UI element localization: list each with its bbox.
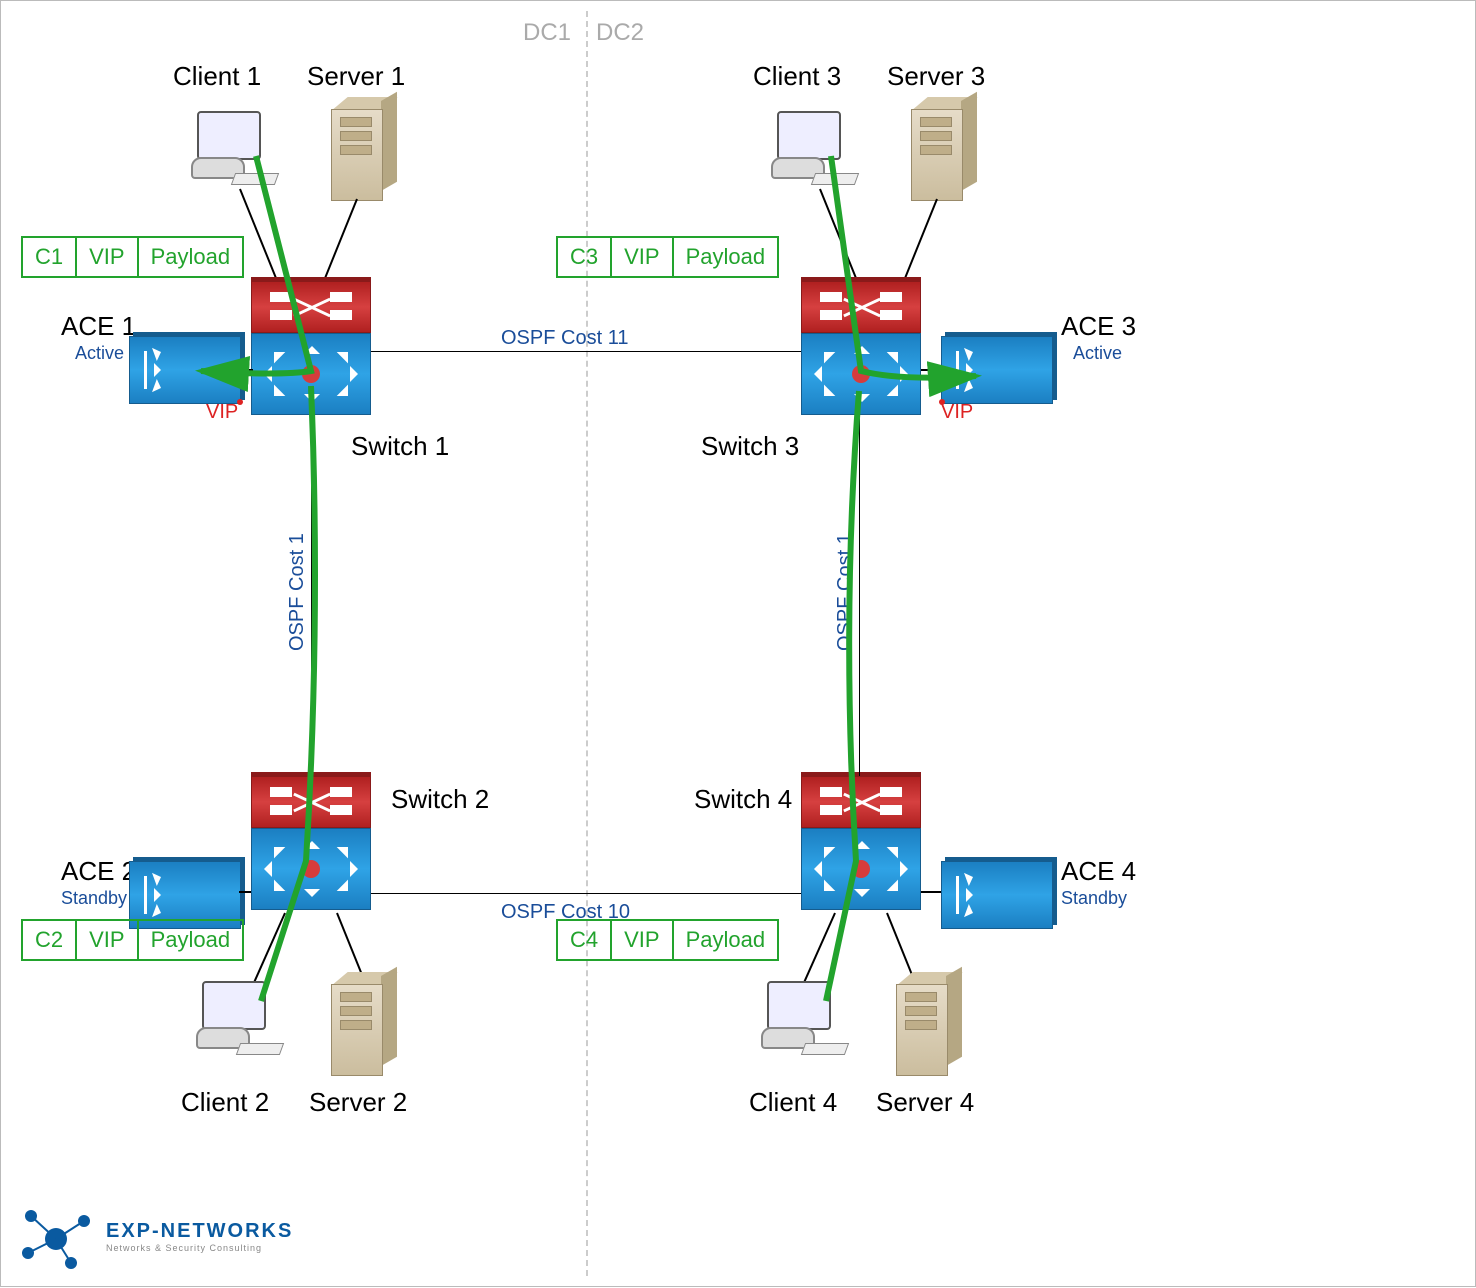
vip1-dot [237, 399, 243, 405]
ace4-status: Standby [1061, 888, 1127, 909]
switch3-icon [801, 281, 921, 415]
client3-label: Client 3 [753, 61, 841, 92]
packet-c2: C2 VIP Payload [21, 919, 244, 961]
diagram-canvas: DC1 DC2 Client 1 Server 1 C1 VIP Payload… [0, 0, 1476, 1287]
server3-label: Server 3 [887, 61, 985, 92]
ace1-label: ACE 1 [61, 311, 136, 342]
packet-c4-src: C4 [558, 921, 612, 959]
server4-label: Server 4 [876, 1087, 974, 1118]
vip3-label: VIP [941, 401, 973, 424]
link-ace1-sw1 [239, 369, 253, 371]
link-server1-sw1 [322, 199, 358, 283]
packet-c3-vip: VIP [612, 238, 673, 276]
link-client1-sw1 [239, 189, 278, 282]
switch1-label: Switch 1 [351, 431, 449, 462]
client2-icon [196, 981, 276, 1061]
logo-icon [16, 1201, 96, 1271]
switch1-icon [251, 281, 371, 415]
packet-c3: C3 VIP Payload [556, 236, 779, 278]
link-sw4-client4 [802, 913, 836, 987]
link-ace4-sw4 [921, 891, 941, 893]
switch3-label: Switch 3 [701, 431, 799, 462]
packet-c2-payload: Payload [139, 921, 243, 959]
packet-c2-vip: VIP [77, 921, 138, 959]
ace3-status: Active [1073, 343, 1122, 364]
logo-text: EXP-NETWORKS [106, 1220, 293, 1242]
packet-c1-payload: Payload [139, 238, 243, 276]
ace3-label: ACE 3 [1061, 311, 1136, 342]
packet-c4: C4 VIP Payload [556, 919, 779, 961]
client4-label: Client 4 [749, 1087, 837, 1118]
ospf-top: OSPF Cost 11 [501, 327, 628, 350]
ospf-right: OSPF Cost 1 [834, 533, 857, 651]
server3-icon [911, 101, 981, 201]
server1-icon [331, 101, 401, 201]
link-ace3-sw3 [921, 369, 941, 371]
switch4-label: Switch 4 [694, 784, 792, 815]
link-client3-sw3 [819, 189, 858, 282]
link-sw1-sw3 [371, 351, 801, 352]
ace3-icon [941, 336, 1053, 404]
packet-c1: C1 VIP Payload [21, 236, 244, 278]
packet-c4-payload: Payload [674, 921, 778, 959]
packet-c3-payload: Payload [674, 238, 778, 276]
logo: EXP-NETWORKS Networks & Security Consult… [16, 1201, 293, 1271]
ace1-status: Active [75, 343, 124, 364]
link-sw2-sw4 [371, 893, 801, 894]
link-ace2-sw2 [239, 891, 251, 893]
dc1-label: DC1 [523, 19, 571, 47]
link-sw2-client2 [252, 913, 286, 987]
server2-label: Server 2 [309, 1087, 407, 1118]
ace4-icon [941, 861, 1053, 929]
server2-icon [331, 976, 401, 1076]
ace2-label: ACE 2 [61, 856, 136, 887]
client1-icon [191, 111, 271, 191]
packet-c4-vip: VIP [612, 921, 673, 959]
ospf-left: OSPF Cost 1 [286, 533, 309, 651]
vip1-label: VIP [206, 401, 238, 424]
switch2-label: Switch 2 [391, 784, 489, 815]
client2-label: Client 2 [181, 1087, 269, 1118]
logo-tagline: Networks & Security Consulting [106, 1243, 293, 1253]
ace4-label: ACE 4 [1061, 856, 1136, 887]
switch4-icon [801, 776, 921, 910]
vip3-dot [939, 399, 945, 405]
link-sw3-sw4 [859, 413, 860, 776]
packet-c3-src: C3 [558, 238, 612, 276]
ace1-icon [129, 336, 241, 404]
ace2-status: Standby [61, 888, 127, 909]
packet-c2-src: C2 [23, 921, 77, 959]
ospf-bottom: OSPF Cost 10 [501, 901, 630, 924]
packet-c1-vip: VIP [77, 238, 138, 276]
link-server3-sw3 [902, 199, 938, 283]
link-sw1-sw2 [311, 413, 312, 776]
server1-label: Server 1 [307, 61, 405, 92]
server4-icon [896, 976, 966, 1076]
dc-divider [586, 11, 588, 1276]
packet-c1-src: C1 [23, 238, 77, 276]
client1-label: Client 1 [173, 61, 261, 92]
dc2-label: DC2 [596, 19, 644, 47]
switch2-icon [251, 776, 371, 910]
client3-icon [771, 111, 851, 191]
client4-icon [761, 981, 841, 1061]
